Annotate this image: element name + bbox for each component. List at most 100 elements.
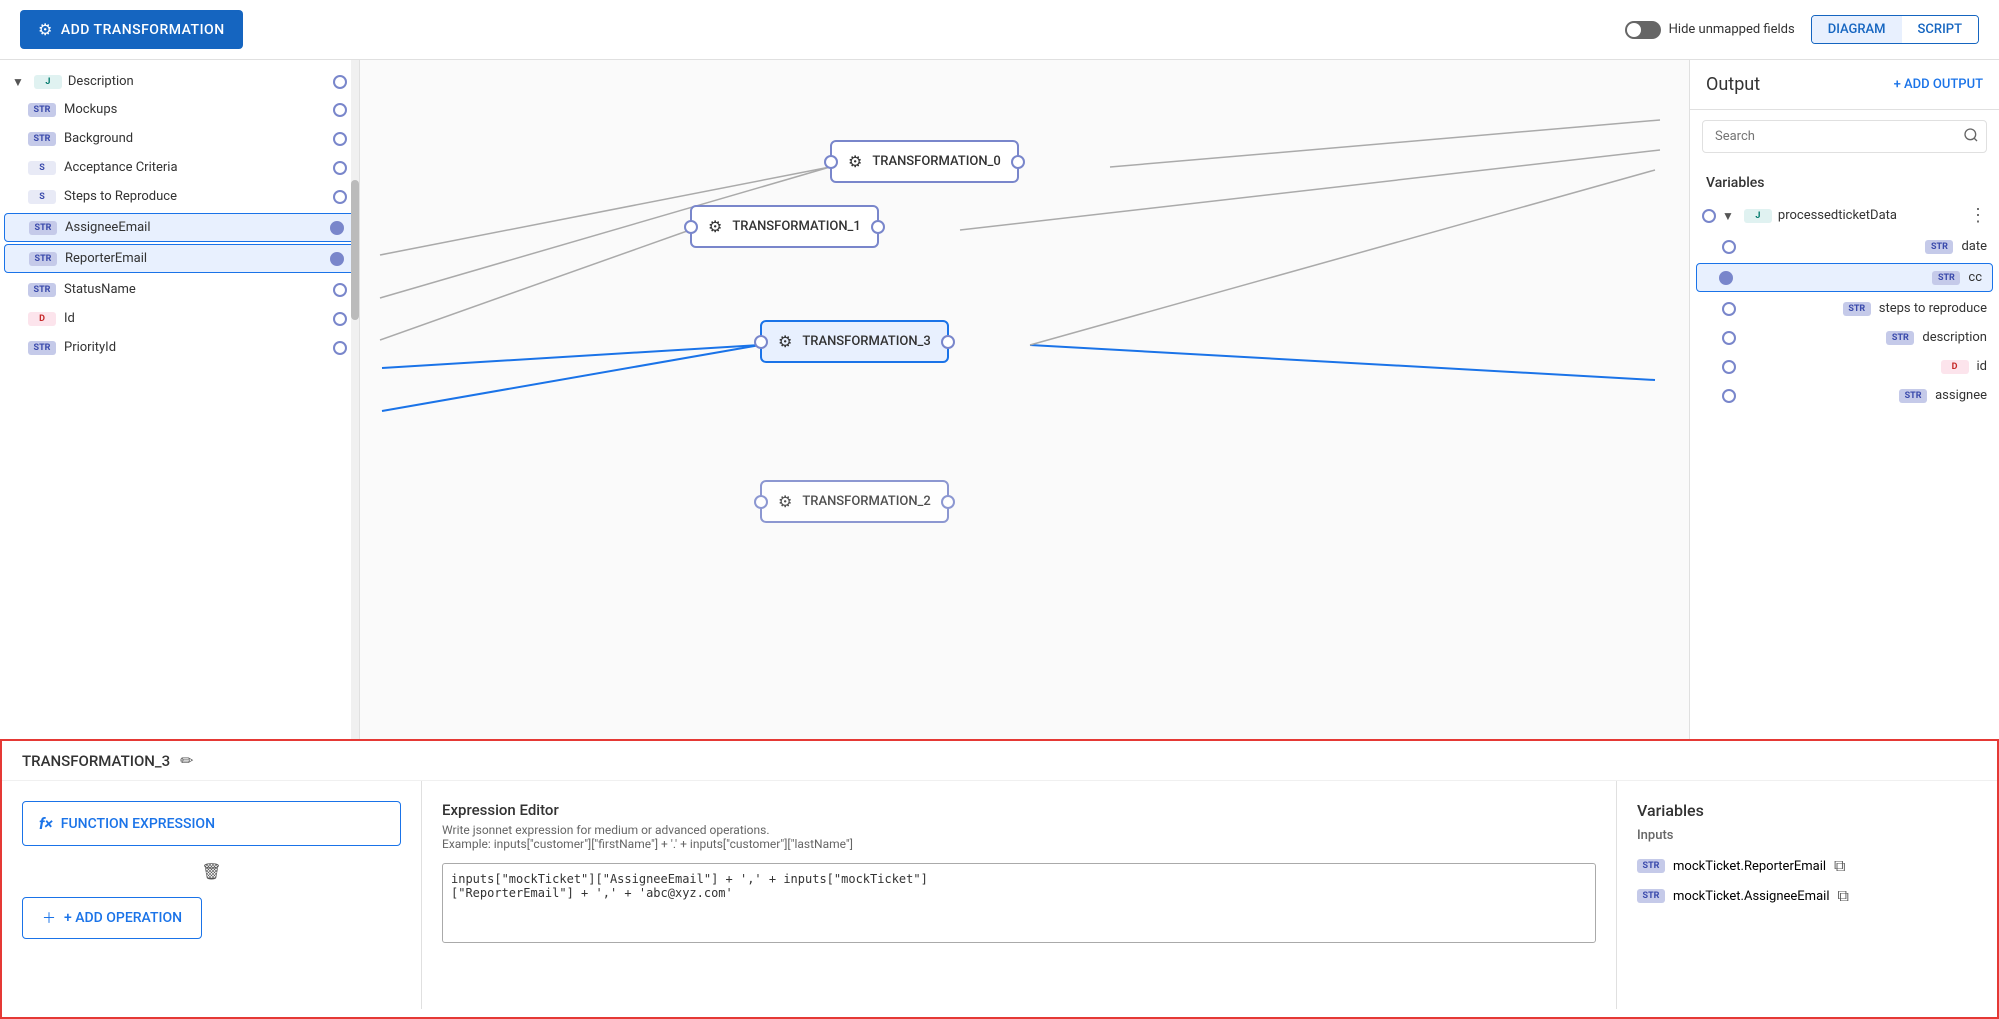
node-connector-left — [754, 335, 768, 349]
add-operation-button[interactable]: ＋ + ADD OPERATION — [22, 897, 202, 939]
bottom-content: f× FUNCTION EXPRESSION 🗑 ＋ + ADD OPERATI… — [2, 781, 1997, 1009]
node-label: TRANSFORMATION_1 — [732, 219, 860, 234]
field-left: STR ReporterEmail — [29, 251, 147, 266]
field-left: STR StatusName — [28, 282, 136, 297]
expression-textarea[interactable]: inputs["mockTicket"]["AssigneeEmail"] + … — [442, 863, 1596, 943]
connector-dot — [333, 341, 347, 355]
gear-icon: ⚙ — [778, 332, 792, 351]
variables-title: Variables — [1690, 171, 1999, 199]
type-badge-s: S — [28, 190, 56, 204]
list-item[interactable]: S Steps to Reproduce — [0, 182, 359, 211]
var-group-header[interactable]: ▼ J processedticketData ⋮ — [1690, 199, 1999, 232]
hide-unmapped-toggle[interactable] — [1625, 21, 1661, 39]
var-left: D id — [1941, 359, 1988, 374]
type-badge: STR — [1637, 889, 1665, 903]
connector-dot — [333, 132, 347, 146]
tab-script[interactable]: SCRIPT — [1902, 16, 1978, 43]
list-item[interactable]: STR StatusName — [0, 275, 359, 304]
list-item[interactable]: STR cc — [1696, 263, 1993, 292]
copy-icon[interactable]: ⧉ — [1837, 886, 1848, 906]
description-group-label: Description — [68, 74, 134, 89]
type-badge-str: STR — [28, 283, 56, 297]
toolbar-right: Hide unmapped fields DIAGRAM SCRIPT — [1625, 15, 1979, 44]
top-toolbar: ⚙ ADD TRANSFORMATION Hide unmapped field… — [0, 0, 1999, 60]
node-transformation-3[interactable]: ⚙ TRANSFORMATION_3 — [760, 320, 949, 363]
function-expression-button[interactable]: f× FUNCTION EXPRESSION — [22, 801, 401, 846]
scrollbar-thumb[interactable] — [351, 180, 359, 320]
add-output-button[interactable]: + ADD OUTPUT — [1894, 77, 1983, 92]
list-item[interactable]: S Acceptance Criteria — [0, 153, 359, 182]
list-item[interactable]: STR date — [1690, 232, 1999, 261]
field-left: STR Background — [28, 131, 133, 146]
description-group-header[interactable]: ▼ J Description — [0, 68, 359, 95]
type-badge: STR — [1925, 240, 1953, 254]
type-badge-str: STR — [29, 221, 57, 235]
field-left: S Steps to Reproduce — [28, 189, 177, 204]
field-name: StatusName — [64, 282, 136, 297]
function-expression-label: FUNCTION EXPRESSION — [61, 816, 215, 832]
bottom-variables-panel: Variables Inputs STR mockTicket.Reporter… — [1617, 781, 1997, 1009]
field-left: STR AssigneeEmail — [29, 220, 151, 235]
operations-panel: f× FUNCTION EXPRESSION 🗑 ＋ + ADD OPERATI… — [2, 781, 422, 1009]
list-item[interactable]: D id — [1690, 352, 1999, 381]
collapse-icon: ▼ — [12, 75, 24, 89]
list-item[interactable]: STR Mockups — [0, 95, 359, 124]
connector-dot — [333, 312, 347, 326]
var-name: description — [1922, 330, 1987, 345]
tab-diagram[interactable]: DIAGRAM — [1812, 16, 1902, 43]
list-item: STR mockTicket.ReporterEmail ⧉ — [1637, 851, 1977, 881]
var-name: steps to reproduce — [1879, 301, 1987, 316]
connector — [1719, 271, 1733, 285]
field-name: PriorityId — [64, 340, 116, 355]
var-name: cc — [1968, 270, 1982, 285]
connector-dot — [333, 190, 347, 204]
node-transformation-0[interactable]: ⚙ TRANSFORMATION_0 — [830, 140, 1019, 183]
edit-icon[interactable]: ✏ — [180, 751, 193, 770]
field-left: S Acceptance Criteria — [28, 160, 178, 175]
connector-dot — [333, 283, 347, 297]
list-item[interactable]: STR AssigneeEmail — [4, 213, 355, 242]
add-transformation-button[interactable]: ⚙ ADD TRANSFORMATION — [20, 10, 243, 49]
list-item: STR mockTicket.AssigneeEmail ⧉ — [1637, 881, 1977, 911]
field-name: Steps to Reproduce — [64, 189, 177, 204]
description-type-badge: J — [34, 75, 62, 89]
gear-icon: ⚙ — [848, 152, 862, 171]
list-item[interactable]: STR description — [1690, 323, 1999, 352]
type-badge: STR — [1843, 302, 1871, 316]
add-operation-label: + ADD OPERATION — [64, 910, 182, 926]
type-badge-d: D — [28, 312, 56, 326]
type-badge: STR — [1899, 389, 1927, 403]
list-item[interactable]: D Id — [0, 304, 359, 333]
type-badge-str: STR — [29, 252, 57, 266]
node-label: TRANSFORMATION_2 — [802, 494, 930, 509]
copy-icon[interactable]: ⧉ — [1834, 856, 1845, 876]
plus-icon: ＋ — [42, 908, 56, 928]
search-input[interactable] — [1702, 120, 1987, 153]
list-item[interactable]: STR steps to reproduce — [1690, 294, 1999, 323]
right-panel-header: Output + ADD OUTPUT — [1690, 60, 1999, 110]
list-item[interactable]: STR ReporterEmail — [4, 244, 355, 273]
var-left: STR date — [1925, 239, 1987, 254]
hide-unmapped-control: Hide unmapped fields — [1625, 21, 1795, 39]
expr-example: Example: inputs["customer"]["firstName"]… — [442, 837, 853, 851]
more-icon[interactable]: ⋮ — [1969, 205, 1987, 226]
list-item[interactable]: STR assignee — [1690, 381, 1999, 410]
node-connector-right — [871, 220, 885, 234]
type-badge-str: STR — [28, 103, 56, 117]
hide-unmapped-label: Hide unmapped fields — [1669, 22, 1795, 37]
delete-button[interactable]: 🗑 — [22, 862, 401, 881]
field-name: Background — [64, 131, 133, 146]
var-group-name: processedticketData — [1778, 208, 1897, 223]
field-left: STR PriorityId — [28, 340, 116, 355]
list-item[interactable]: STR Background — [0, 124, 359, 153]
collapse-icon: ▼ — [1722, 209, 1734, 223]
field-name: Mockups — [64, 102, 117, 117]
search-icon-button[interactable] — [1963, 127, 1979, 147]
connector — [1722, 302, 1736, 316]
type-badge: D — [1941, 360, 1969, 374]
node-transformation-1[interactable]: ⚙ TRANSFORMATION_1 — [690, 205, 879, 248]
list-item[interactable]: STR PriorityId — [0, 333, 359, 362]
connector-dot — [330, 252, 344, 266]
node-transformation-2[interactable]: ⚙ TRANSFORMATION_2 — [760, 480, 949, 523]
node-label: TRANSFORMATION_0 — [872, 154, 1000, 169]
